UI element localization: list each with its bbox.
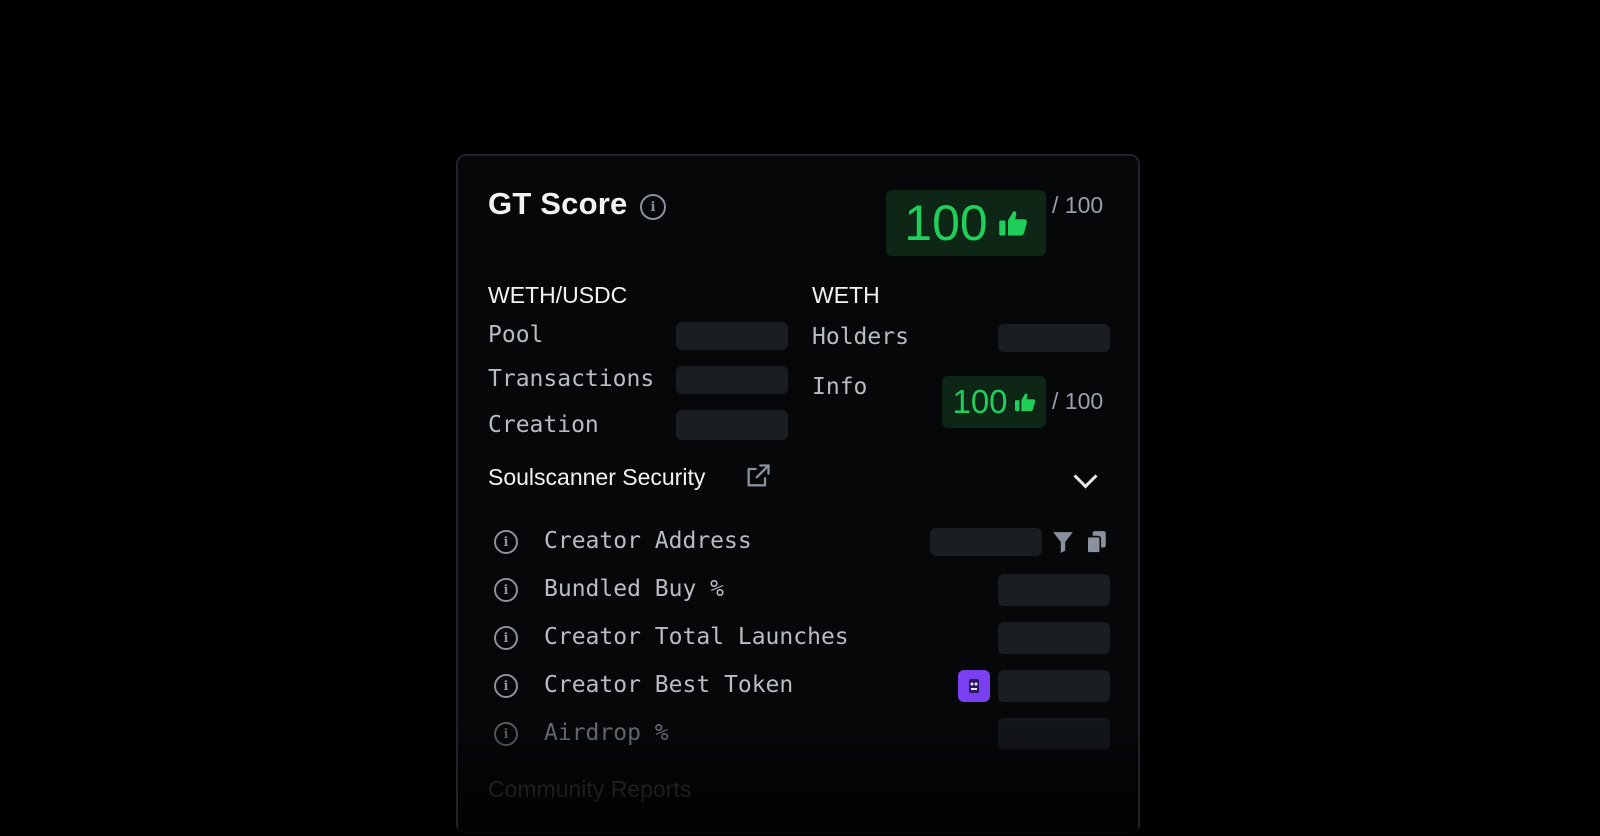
info-circle-icon[interactable]: i xyxy=(494,674,518,698)
bundled-buy-label: Bundled Buy % xyxy=(544,576,725,602)
community-reports-heading: Community Reports xyxy=(488,776,692,802)
info-circle-icon[interactable]: i xyxy=(494,530,518,554)
gt-score-info-icon[interactable]: i xyxy=(640,194,666,220)
thumbs-up-icon xyxy=(1014,393,1035,412)
bundled-buy-skeleton xyxy=(998,574,1110,606)
gt-score-max: / 100 xyxy=(1052,192,1104,218)
thumbs-up-icon xyxy=(998,211,1027,236)
copy-icon[interactable] xyxy=(1086,530,1108,554)
holders-value-skeleton xyxy=(998,324,1110,352)
pool-value-skeleton xyxy=(676,322,788,350)
info-circle-icon[interactable]: i xyxy=(494,626,518,650)
transactions-value-skeleton xyxy=(676,366,788,394)
airdrop-label: Airdrop % xyxy=(544,720,669,746)
pool-heading: WETH/USDC xyxy=(488,282,628,308)
creation-value-skeleton xyxy=(676,410,788,440)
chevron-down-icon xyxy=(1072,463,1098,489)
creator-best-token-skeleton xyxy=(998,670,1110,702)
token-heading: WETH xyxy=(812,282,880,308)
token-glyph-icon xyxy=(969,679,979,693)
gt-score-card: GT Score i 100 / 100 WETH/USDC Pool Tran… xyxy=(456,154,1140,836)
creator-address-skeleton xyxy=(930,528,1042,556)
gt-score-value: 100 xyxy=(904,195,988,251)
security-heading: Soulscanner Security xyxy=(488,464,706,490)
creator-total-launches-label: Creator Total Launches xyxy=(544,624,849,650)
creation-label: Creation xyxy=(488,412,599,438)
external-link-icon[interactable] xyxy=(744,462,772,490)
info-score-badge: 100 xyxy=(942,376,1046,428)
airdrop-skeleton xyxy=(998,718,1110,750)
info-circle-icon[interactable]: i xyxy=(494,722,518,746)
info-label: Info xyxy=(812,374,868,400)
info-score-max: / 100 xyxy=(1052,388,1104,414)
pool-label: Pool xyxy=(488,322,544,348)
gt-score-badge: 100 xyxy=(886,190,1046,256)
holders-label: Holders xyxy=(812,324,909,350)
info-circle-icon[interactable]: i xyxy=(494,578,518,602)
token-avatar-icon[interactable] xyxy=(958,670,990,702)
gt-score-title: GT Score xyxy=(488,186,628,221)
security-toggle-button[interactable] xyxy=(1070,462,1100,490)
transactions-label: Transactions xyxy=(488,366,655,392)
creator-address-label: Creator Address xyxy=(544,528,752,554)
filter-icon[interactable] xyxy=(1052,530,1074,554)
creator-total-launches-skeleton xyxy=(998,622,1110,654)
info-score-value: 100 xyxy=(952,383,1008,420)
creator-best-token-label: Creator Best Token xyxy=(544,672,794,698)
